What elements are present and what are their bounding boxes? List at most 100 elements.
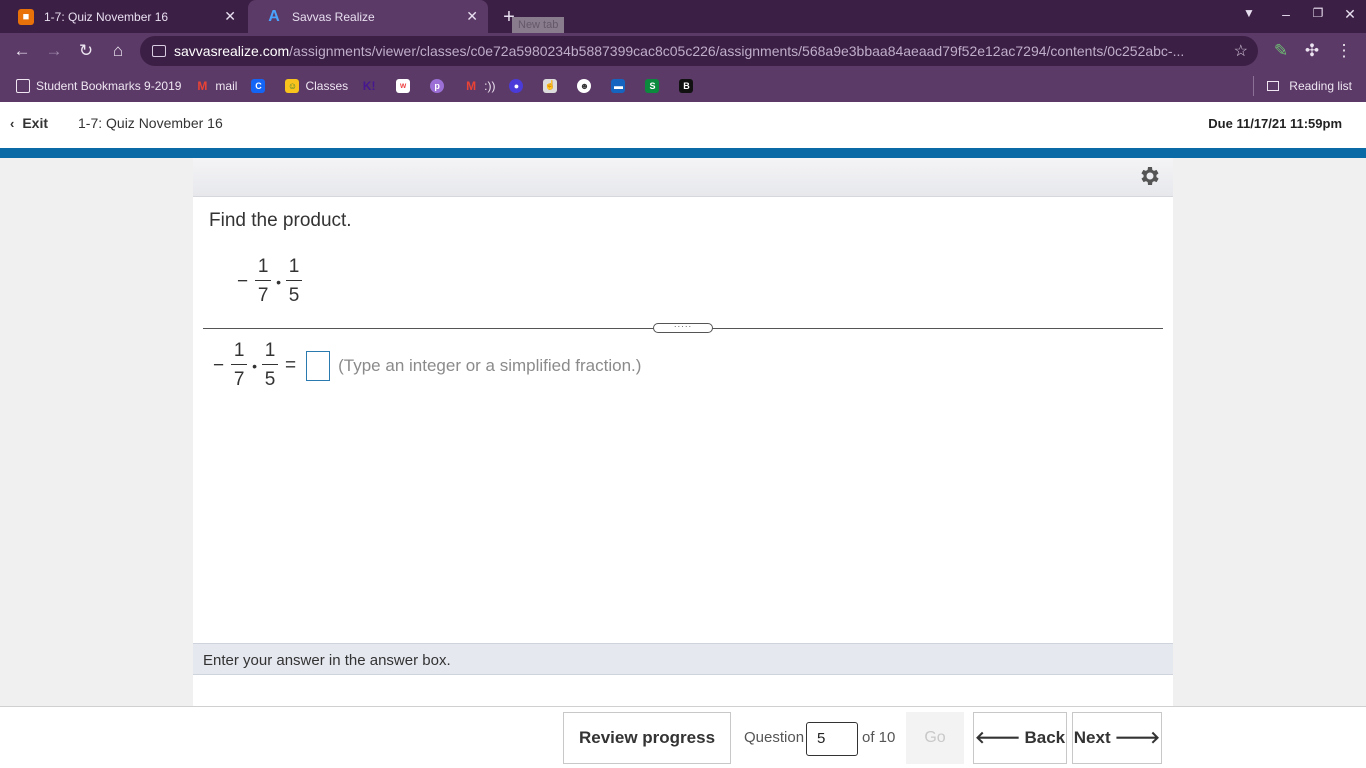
classroom-icon: ☺ [285,78,300,93]
url-host: savvasrealize.com [174,43,290,59]
minus-sign: − [237,270,249,292]
question-total: of 10 [862,729,896,746]
denominator: 5 [264,369,276,390]
bookmark-classes[interactable]: ☺ Classes [285,78,349,93]
bookmark-folder[interactable]: Student Bookmarks 9-2019 [16,78,182,93]
equals-sign: = [285,354,297,376]
bookmark-icon: ● [509,78,524,93]
tab-title: 1-7: Quiz November 16 [44,9,169,24]
gear-icon[interactable] [1137,164,1161,188]
bookmark-item[interactable]: B [679,78,699,93]
answer-line: − 1 7 • 1 5 = (Type an integer or a simp… [209,340,641,391]
chevron-left-icon: ‹ [10,115,15,131]
folder-icon [16,78,30,93]
tab-savvas[interactable]: A Savvas Realize ✕ [248,0,488,33]
fraction: 1 5 [286,256,303,307]
exit-label: Exit [22,115,49,131]
denominator: 7 [233,369,245,390]
bookmark-smile[interactable]: M :)) [464,79,495,93]
bookmark-icon: ☝ [543,78,558,93]
status-message: Enter your answer in the answer box. [193,643,1173,675]
bookmark-item[interactable]: w [396,78,416,93]
reading-list-button[interactable]: Reading list [1267,79,1352,93]
back-button[interactable]: 🡐 Back [973,712,1067,764]
bookmark-label: Student Bookmarks 9-2019 [36,78,182,93]
bookmark-label: Classes [305,78,349,93]
question-panel: Find the product. − 1 7 • 1 5 ····· − 1 … [193,158,1173,706]
bookmark-item[interactable]: ☻ [577,78,597,93]
page-title: 1-7: Quiz November 16 [78,115,223,131]
bookmark-icon: ▬ [611,78,626,93]
denominator: 7 [257,285,269,306]
bookmark-mail[interactable]: M mail [195,79,237,93]
bookmark-item[interactable]: p [430,78,450,93]
bookmark-item[interactable]: ☝ [543,78,563,93]
close-window-icon[interactable]: ✕ [1339,6,1361,23]
reload-icon[interactable]: ↻ [75,40,97,62]
bookmark-kahoot[interactable]: K! [362,79,382,93]
bookmark-clever[interactable]: C [251,78,271,93]
home-icon[interactable]: ⌂ [107,40,129,62]
numerator: 1 [233,340,245,361]
bookmark-icon: S [645,78,660,93]
multiply-operator: • [276,273,282,290]
back-arrow-icon[interactable]: ← [11,40,33,62]
exit-button[interactable]: ‹ Exit [10,115,48,131]
url-path: /assignments/viewer/classes/c0e72a598023… [289,43,1185,59]
browser-toolbar: ← → ↻ ⌂ savvasrealize.com /assignments/v… [0,33,1366,69]
divider [1253,76,1254,96]
bookmark-icon: w [396,78,411,93]
resize-handle[interactable]: ····· [653,323,713,333]
tab-title: Savvas Realize [292,9,375,24]
menu-kebab-icon[interactable]: ⋮ [1333,40,1355,62]
bookmark-star-icon[interactable]: ☆ [1234,41,1248,61]
expression: − 1 7 • 1 5 [233,256,305,307]
tab-quiz[interactable]: ■ 1-7: Quiz November 16 ✕ [0,0,246,33]
minimize-icon[interactable]: – [1275,6,1297,22]
bookmark-label: mail [215,78,238,93]
forward-arrow-icon[interactable]: → [43,40,65,62]
bookmark-item[interactable]: ● [509,78,529,93]
bookmark-item[interactable]: ▬ [611,78,631,93]
bookmark-label: :)) [484,78,496,93]
next-button[interactable]: Next 🡒 [1072,712,1162,764]
review-progress-button[interactable]: Review progress [563,712,731,764]
fraction: 1 5 [262,340,279,391]
multiply-operator: • [252,357,258,374]
arrow-right-icon: 🡒 [1114,728,1161,747]
numerator: 1 [257,256,269,277]
bookmark-icon: B [679,78,694,93]
question-number-input[interactable]: 5 [806,722,858,756]
reading-list-label: Reading list [1289,78,1352,93]
extensions-puzzle-icon[interactable]: ✣ [1301,40,1323,62]
accent-bar [0,148,1366,158]
bookmark-item[interactable]: S [645,78,665,93]
savvas-icon: A [268,7,280,25]
tab-search-icon[interactable]: ▼ [1238,6,1260,20]
bookmark-icon: p [430,78,445,93]
go-button[interactable]: Go [906,712,964,764]
denominator: 5 [288,285,300,306]
browser-tabstrip: ■ 1-7: Quiz November 16 ✕ A Savvas Reali… [0,0,1366,33]
site-info-icon[interactable] [152,45,166,57]
answer-hint: (Type an integer or a simplified fractio… [338,355,642,375]
question-label: Question [744,729,805,746]
bookmarks-bar: Student Bookmarks 9-2019 M mail C ☺ Clas… [0,69,1366,102]
answer-input[interactable] [306,350,331,381]
reading-list-icon [1267,80,1280,91]
address-bar[interactable]: savvasrealize.com /assignments/viewer/cl… [140,36,1258,66]
question-prompt: Find the product. [209,210,352,231]
due-date: Due 11/17/21 11:59pm [1208,116,1342,131]
numerator: 1 [288,256,300,277]
restore-icon[interactable]: ❐ [1307,6,1329,20]
close-tab-icon[interactable]: ✕ [466,8,478,25]
extension-icon[interactable]: ✎ [1270,40,1292,62]
assignment-icon: ■ [18,8,34,25]
bookmark-icon: ☻ [577,78,592,93]
numerator: 1 [264,340,276,361]
new-tab-tooltip: New tab [512,17,565,33]
close-tab-icon[interactable]: ✕ [224,8,236,25]
question-navigation: Review progress Question 5 of 10 Go 🡐 Ba… [0,706,1366,768]
fraction: 1 7 [255,256,272,307]
minus-sign: − [213,354,225,376]
